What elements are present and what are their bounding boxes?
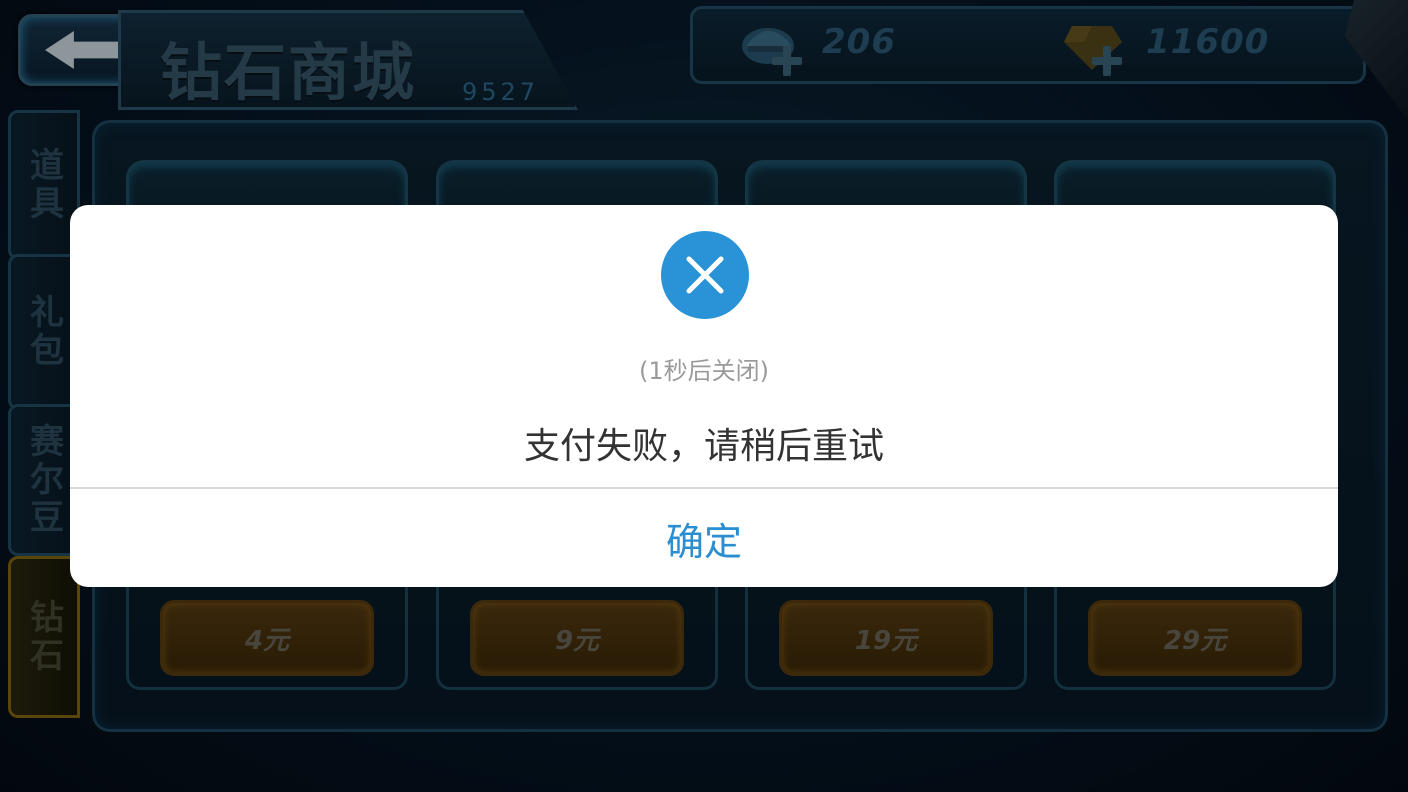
close-circle-icon	[661, 231, 749, 319]
auto-close-countdown: (1秒后关闭)	[639, 357, 769, 385]
confirm-button[interactable]: 确定	[70, 489, 1338, 587]
dialog-message: 支付失败，请稍后重试	[523, 426, 884, 467]
payment-failed-dialog: (1秒后关闭) 支付失败，请稍后重试 确定	[70, 205, 1338, 587]
